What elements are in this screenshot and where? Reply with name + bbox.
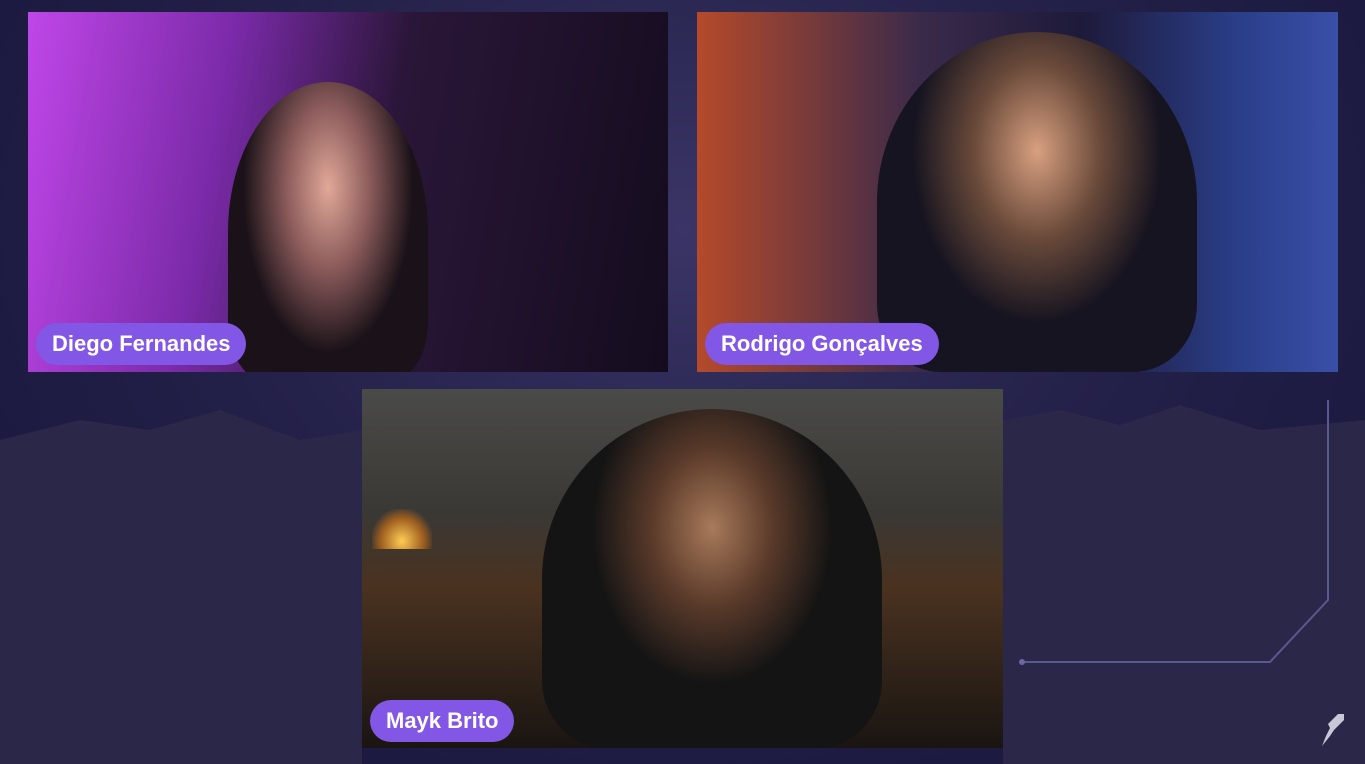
name-badge: Mayk Brito — [370, 700, 515, 742]
participant-video — [542, 409, 882, 748]
lamp — [372, 509, 432, 549]
participant-video — [877, 32, 1197, 372]
name-badge: Diego Fernandes — [36, 323, 247, 365]
participant-video — [228, 82, 428, 372]
video-tile-rodrigo[interactable]: Rodrigo Gonçalves — [697, 12, 1338, 372]
decorative-line — [1019, 400, 1329, 665]
rocket-icon — [1322, 714, 1344, 746]
name-badge: Rodrigo Gonçalves — [705, 323, 939, 365]
video-tile-diego[interactable]: Diego Fernandes — [28, 12, 668, 372]
video-tile-mayk[interactable]: Mayk Brito — [362, 389, 1003, 748]
